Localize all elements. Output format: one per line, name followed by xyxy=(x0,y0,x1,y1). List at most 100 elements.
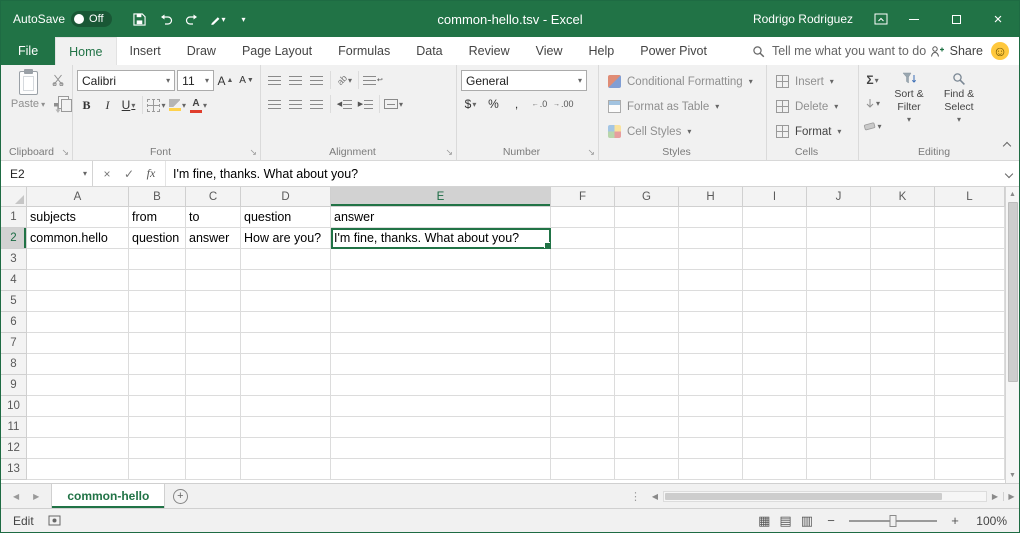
cell-J13[interactable] xyxy=(807,459,871,480)
normal-view-button[interactable]: ▦ xyxy=(758,513,770,529)
cell-I3[interactable] xyxy=(743,249,807,270)
row-header-3[interactable]: 3 xyxy=(1,249,27,270)
select-all-corner[interactable] xyxy=(1,187,27,207)
macro-record-button[interactable] xyxy=(48,515,61,526)
cell-D7[interactable] xyxy=(241,333,331,354)
vertical-scroll-thumb[interactable] xyxy=(1008,202,1018,382)
shrink-font-button[interactable]: A▼ xyxy=(237,71,256,91)
find-select-button[interactable]: Find & Select▾ xyxy=(936,68,982,143)
cell-K9[interactable] xyxy=(871,375,935,396)
cell-B6[interactable] xyxy=(129,312,186,333)
ribbon-display-options-button[interactable] xyxy=(869,6,893,32)
autosave-pill[interactable]: Off xyxy=(71,11,111,27)
cell-A5[interactable] xyxy=(27,291,129,312)
merge-center-button[interactable]: ▾ xyxy=(384,94,403,114)
scroll-left-arrow[interactable]: ◀ xyxy=(647,492,663,501)
cell-L4[interactable] xyxy=(935,270,1005,291)
cell-B2[interactable]: question xyxy=(129,228,186,249)
cell-G13[interactable] xyxy=(615,459,679,480)
cell-L10[interactable] xyxy=(935,396,1005,417)
cell-G10[interactable] xyxy=(615,396,679,417)
cell-K4[interactable] xyxy=(871,270,935,291)
cell-E7[interactable] xyxy=(331,333,551,354)
column-header-C[interactable]: C xyxy=(186,187,241,207)
cell-E11[interactable] xyxy=(331,417,551,438)
row-header-12[interactable]: 12 xyxy=(1,438,27,459)
alignment-dialog-launcher[interactable]: ↘ xyxy=(445,148,453,157)
cell-C2[interactable]: answer xyxy=(186,228,241,249)
cell-D10[interactable] xyxy=(241,396,331,417)
cell-D6[interactable] xyxy=(241,312,331,333)
zoom-slider-thumb[interactable] xyxy=(890,515,897,527)
column-header-H[interactable]: H xyxy=(679,187,743,207)
align-right-button[interactable] xyxy=(307,94,326,114)
font-size-combo[interactable]: 11▾ xyxy=(177,70,214,91)
horizontal-scroll-thumb[interactable] xyxy=(665,493,942,500)
insert-function-button[interactable]: fx xyxy=(141,164,161,184)
cell-L7[interactable] xyxy=(935,333,1005,354)
cell-C7[interactable] xyxy=(186,333,241,354)
autosave-toggle[interactable]: AutoSave Off xyxy=(13,11,112,27)
cell-F7[interactable] xyxy=(551,333,615,354)
cell-G6[interactable] xyxy=(615,312,679,333)
tab-draw[interactable]: Draw xyxy=(174,37,229,65)
wrap-text-button[interactable]: ↩ xyxy=(363,70,383,90)
cell-A2[interactable]: common.hello xyxy=(27,228,129,249)
clipboard-dialog-launcher[interactable]: ↘ xyxy=(61,148,69,157)
zoom-level[interactable]: 100% xyxy=(973,514,1007,528)
cell-H2[interactable] xyxy=(679,228,743,249)
row-header-13[interactable]: 13 xyxy=(1,459,27,480)
grow-font-button[interactable]: A▲ xyxy=(216,71,235,91)
orientation-button[interactable]: ab▾ xyxy=(335,70,354,90)
cell-C8[interactable] xyxy=(186,354,241,375)
cell-J9[interactable] xyxy=(807,375,871,396)
cell-F6[interactable] xyxy=(551,312,615,333)
horizontal-scrollbar[interactable]: ◀ ▶ ▶ xyxy=(647,484,1019,508)
cell-B7[interactable] xyxy=(129,333,186,354)
cell-E13[interactable] xyxy=(331,459,551,480)
cell-I9[interactable] xyxy=(743,375,807,396)
cell-L11[interactable] xyxy=(935,417,1005,438)
number-dialog-launcher[interactable]: ↘ xyxy=(587,148,595,157)
cell-B5[interactable] xyxy=(129,291,186,312)
cell-H4[interactable] xyxy=(679,270,743,291)
cell-K7[interactable] xyxy=(871,333,935,354)
cell-F12[interactable] xyxy=(551,438,615,459)
bold-button[interactable]: B xyxy=(77,95,96,115)
fill-color-button[interactable]: ▾ xyxy=(168,95,187,115)
accounting-format-button[interactable]: $▾ xyxy=(461,94,480,114)
align-left-button[interactable] xyxy=(265,94,284,114)
cell-A13[interactable] xyxy=(27,459,129,480)
row-header-4[interactable]: 4 xyxy=(1,270,27,291)
sort-filter-button[interactable]: Sort & Filter▾ xyxy=(886,68,932,143)
tab-view[interactable]: View xyxy=(523,37,576,65)
cell-E5[interactable] xyxy=(331,291,551,312)
row-header-1[interactable]: 1 xyxy=(1,207,27,228)
cell-K6[interactable] xyxy=(871,312,935,333)
maximize-button[interactable] xyxy=(935,1,977,37)
column-header-I[interactable]: I xyxy=(743,187,807,207)
cell-G2[interactable] xyxy=(615,228,679,249)
tab-power-pivot[interactable]: Power Pivot xyxy=(627,37,720,65)
column-header-J[interactable]: J xyxy=(807,187,871,207)
cell-A9[interactable] xyxy=(27,375,129,396)
sheet-tab-active[interactable]: common-hello xyxy=(51,484,165,508)
cell-K1[interactable] xyxy=(871,207,935,228)
cell-L6[interactable] xyxy=(935,312,1005,333)
cell-C5[interactable] xyxy=(186,291,241,312)
scroll-down-arrow[interactable]: ▼ xyxy=(1009,468,1016,483)
name-box[interactable]: E2 ▾ xyxy=(1,161,93,186)
tab-review[interactable]: Review xyxy=(456,37,523,65)
align-center-button[interactable] xyxy=(286,94,305,114)
cell-D4[interactable] xyxy=(241,270,331,291)
cell-D11[interactable] xyxy=(241,417,331,438)
cell-J6[interactable] xyxy=(807,312,871,333)
row-header-7[interactable]: 7 xyxy=(1,333,27,354)
cell-G8[interactable] xyxy=(615,354,679,375)
format-as-table-button[interactable]: Format as Table▾ xyxy=(603,95,762,118)
cell-D9[interactable] xyxy=(241,375,331,396)
expand-formula-bar-button[interactable] xyxy=(999,161,1019,186)
column-header-K[interactable]: K xyxy=(871,187,935,207)
row-header-6[interactable]: 6 xyxy=(1,312,27,333)
cell-C1[interactable]: to xyxy=(186,207,241,228)
